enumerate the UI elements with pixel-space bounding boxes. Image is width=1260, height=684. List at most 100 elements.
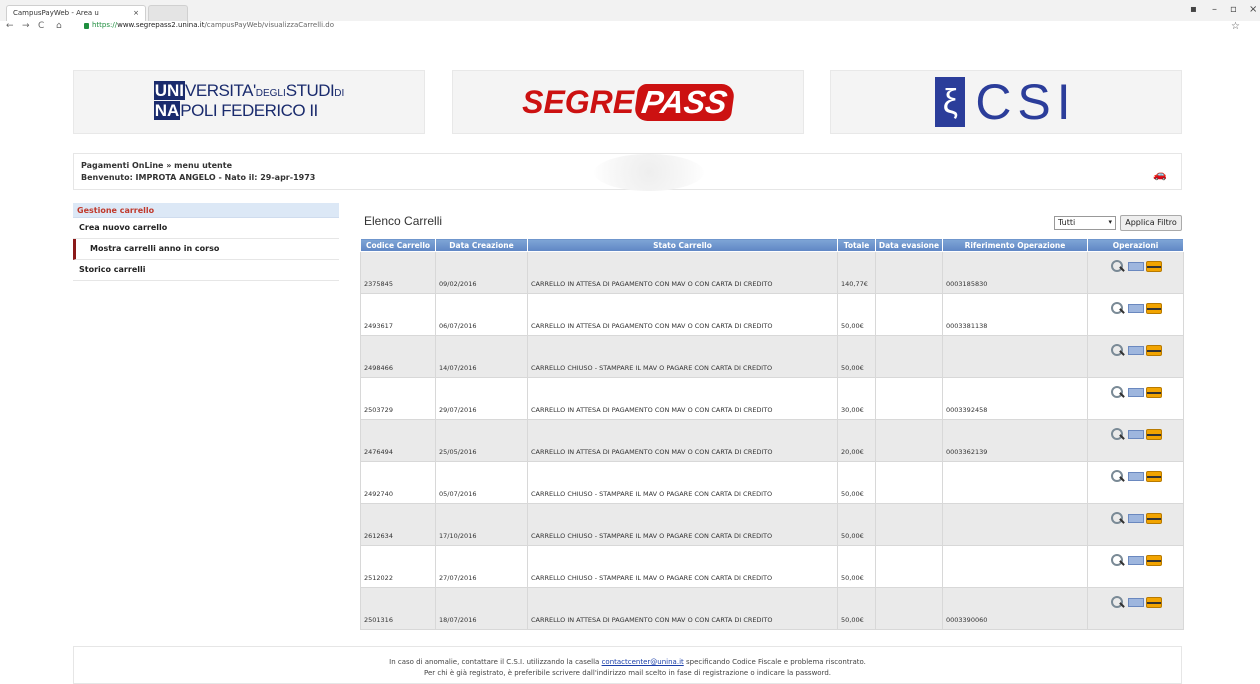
table-row: 2612634 17/10/2016 CARRELLO CHIUSO - STAMP… (360, 503, 1184, 546)
cell-totale: 50,00€ (837, 293, 876, 336)
magnifier-icon[interactable] (1110, 470, 1126, 482)
table-row: 2498466 14/07/2016 CARRELLO CHIUSO - STAMP… (360, 335, 1184, 378)
tab-close-icon[interactable]: × (133, 9, 139, 17)
cell-rif: 0003185830 (942, 251, 1088, 294)
magnifier-icon[interactable] (1110, 554, 1126, 566)
credit-card-icon[interactable] (1145, 386, 1162, 398)
segrepass-logo: SEGRE PASS (522, 83, 736, 121)
cell-totale: 50,00€ (837, 335, 876, 378)
cell-evasione (875, 293, 943, 336)
mav-print-icon[interactable] (1127, 597, 1144, 607)
cell-evasione (875, 335, 943, 378)
minimize-icon[interactable]: – (1212, 4, 1217, 15)
credit-card-icon[interactable] (1145, 428, 1162, 440)
apply-filter-button[interactable]: Applica Filtro (1120, 215, 1182, 231)
magnifier-icon[interactable] (1110, 260, 1126, 272)
unina-logo-box[interactable]: UNIVERSITA'DEGLISTUDIDI NAPOLI FEDERICO … (73, 70, 425, 134)
url-host: www.segrepass2.unina.it (117, 21, 205, 29)
logo-degli: DEGLI (255, 88, 286, 99)
filter-select[interactable]: Tutti ▾ (1054, 216, 1116, 230)
csi-logo-box[interactable]: ξ CSI (830, 70, 1182, 134)
sidebar-item-anno-in-corso[interactable]: Mostra carrelli anno in corso (73, 239, 339, 260)
cell-evasione (875, 419, 943, 462)
table-row: 2492740 05/07/2016 CARRELLO CHIUSO - STAMP… (360, 461, 1184, 504)
logo-uni: UNI (153, 81, 186, 100)
footer-line2: Per chi è già registrato, è preferibile … (423, 669, 832, 677)
window-close-icon[interactable]: × (1249, 4, 1257, 15)
browser-tab[interactable]: CampusPayWeb - Area u × (6, 5, 146, 21)
col-totale[interactable]: Totale (837, 238, 876, 252)
mav-print-icon[interactable] (1127, 303, 1144, 313)
sidebar-item-crea-nuovo[interactable]: Crea nuovo carrello (73, 218, 339, 239)
logo-studi: STUDI (285, 81, 335, 100)
cell-operazioni (1087, 335, 1184, 378)
sidebar-item-storico[interactable]: Storico carrelli (73, 260, 339, 281)
url-path: /campusPayWeb/visualizzaCarrelli.do (204, 21, 334, 29)
segrepass-logo-box[interactable]: SEGRE PASS (451, 70, 804, 134)
col-data-evasione[interactable]: Data evasione (875, 238, 943, 252)
logo-na: NA (153, 101, 181, 120)
credit-card-icon[interactable] (1145, 344, 1162, 356)
restore-icon[interactable]: ▫ (1230, 4, 1237, 15)
cell-codice: 2476494 (360, 419, 436, 462)
col-data-creazione[interactable]: Data Creazione (435, 238, 528, 252)
mav-print-icon[interactable] (1127, 345, 1144, 355)
cell-data: 14/07/2016 (435, 335, 528, 378)
sidebar-header: Gestione carrello (73, 203, 339, 218)
credit-card-icon[interactable] (1145, 596, 1162, 608)
cell-evasione (875, 503, 943, 546)
back-icon[interactable]: ← (6, 21, 14, 31)
magnifier-icon[interactable] (1110, 596, 1126, 608)
cell-totale: 50,00€ (837, 587, 876, 630)
credit-card-icon[interactable] (1145, 554, 1162, 566)
mav-print-icon[interactable] (1127, 555, 1144, 565)
contact-email-link[interactable]: contactcenter@unina.it (602, 658, 684, 666)
col-stato[interactable]: Stato Carrello (527, 238, 838, 252)
cell-rif: 0003362139 (942, 419, 1088, 462)
mav-print-icon[interactable] (1127, 471, 1144, 481)
url-field[interactable]: https://www.segrepass2.unina.it/campusPa… (92, 21, 334, 29)
bookmark-star-icon[interactable]: ☆ (1231, 21, 1240, 32)
unina-logo: UNIVERSITA'DEGLISTUDIDI NAPOLI FEDERICO … (153, 81, 344, 122)
cell-data: 05/07/2016 (435, 461, 528, 504)
magnifier-icon[interactable] (1110, 428, 1126, 440)
mav-print-icon[interactable] (1127, 261, 1144, 271)
new-tab-button[interactable] (148, 5, 188, 21)
cell-evasione (875, 251, 943, 294)
cell-rif (942, 335, 1088, 378)
reload-icon[interactable]: C (38, 21, 44, 31)
cart-car-icon[interactable]: 🚗 (1153, 168, 1167, 181)
credit-card-icon[interactable] (1145, 260, 1162, 272)
mav-print-icon[interactable] (1127, 429, 1144, 439)
magnifier-icon[interactable] (1110, 512, 1126, 524)
table-row: 2476494 25/05/2016 CARRELLO IN ATTESA DI P… (360, 419, 1184, 462)
cell-codice: 2492740 (360, 461, 436, 504)
mav-print-icon[interactable] (1127, 387, 1144, 397)
col-operazioni: Operazioni (1087, 238, 1184, 252)
window-user-icon[interactable]: ▪ (1190, 4, 1197, 15)
cell-rif: 0003390060 (942, 587, 1088, 630)
forward-icon[interactable]: → (22, 21, 30, 31)
user-bar: Pagamenti OnLine » menu utente Benvenuto… (73, 153, 1182, 191)
credit-card-icon[interactable] (1145, 302, 1162, 314)
home-icon[interactable]: ⌂ (56, 21, 62, 31)
cell-stato: CARRELLO IN ATTESA DI PAGAMENTO CON MAV … (527, 293, 838, 336)
cell-stato: CARRELLO IN ATTESA DI PAGAMENTO CON MAV … (527, 251, 838, 294)
col-codice[interactable]: Codice Carrello (360, 238, 436, 252)
cell-evasione (875, 545, 943, 588)
magnifier-icon[interactable] (1110, 302, 1126, 314)
col-riferimento[interactable]: Riferimento Operazione (942, 238, 1088, 252)
table-row: 2503729 29/07/2016 CARRELLO IN ATTESA DI P… (360, 377, 1184, 420)
cell-evasione (875, 461, 943, 504)
breadcrumb: Pagamenti OnLine » menu utente (81, 161, 233, 170)
magnifier-icon[interactable] (1110, 344, 1126, 356)
credit-card-icon[interactable] (1145, 470, 1162, 482)
magnifier-icon[interactable] (1110, 386, 1126, 398)
credit-card-icon[interactable] (1145, 512, 1162, 524)
cell-totale: 50,00€ (837, 503, 876, 546)
table-row: 2493617 06/07/2016 CARRELLO IN ATTESA DI P… (360, 293, 1184, 336)
cell-data: 17/10/2016 (435, 503, 528, 546)
cell-evasione (875, 377, 943, 420)
mav-print-icon[interactable] (1127, 513, 1144, 523)
cell-codice: 2493617 (360, 293, 436, 336)
